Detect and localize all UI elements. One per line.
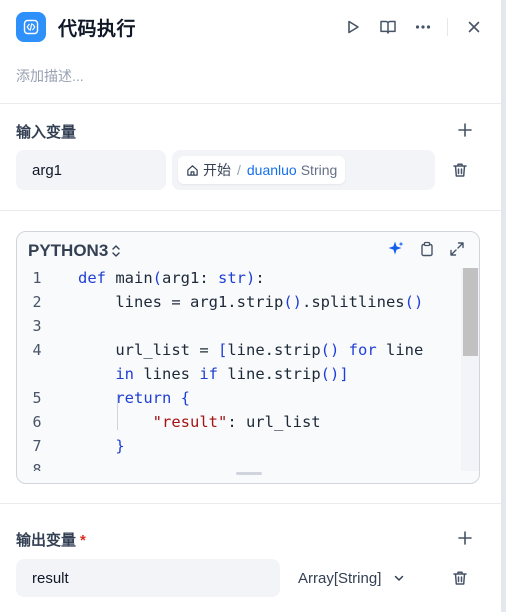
output-variables-label-text: 输出变量 <box>16 532 77 549</box>
description-input[interactable]: 添加描述... <box>16 66 84 86</box>
code-content[interactable]: 1 def main(arg1: str): 2 lines = arg1.stri… <box>17 268 461 471</box>
home-icon <box>187 164 198 176</box>
reference-variable-name: duanluo <box>246 162 297 178</box>
code-editor-header: PYTHON3 <box>17 232 479 268</box>
code-line[interactable]: 7 } <box>17 434 461 458</box>
output-type-label: Array[String] <box>298 569 382 587</box>
line-number: 1 <box>32 269 42 287</box>
help-book-icon[interactable] <box>376 15 400 39</box>
expand-icon[interactable] <box>449 241 465 262</box>
divider <box>0 103 501 104</box>
node-title[interactable]: 代码执行 <box>58 14 136 41</box>
code-text[interactable]: } <box>78 434 124 458</box>
language-selector[interactable]: PYTHON3 <box>28 241 121 261</box>
reference-separator: / <box>237 162 241 178</box>
panel-header: 代码执行 <box>16 11 486 43</box>
code-text[interactable]: "result": url_list <box>78 410 321 434</box>
header-divider <box>447 18 448 36</box>
add-input-icon[interactable] <box>454 119 476 141</box>
code-line[interactable]: 6 "result": url_list <box>17 410 461 434</box>
reference-node-name: 开始 <box>203 162 231 178</box>
output-variables-label: 输出变量 * <box>16 529 86 550</box>
copy-icon[interactable] <box>419 241 435 262</box>
code-text[interactable]: url_list = [line.strip() for line <box>78 338 423 362</box>
code-line[interactable]: 1 def main(arg1: str): <box>17 268 461 290</box>
add-output-icon[interactable] <box>454 527 476 549</box>
input-variables-label: 输入变量 <box>16 124 77 141</box>
line-number: 2 <box>32 293 42 311</box>
indent-guide <box>117 394 118 430</box>
line-number: 3 <box>32 317 42 335</box>
input-variable-name-field[interactable]: arg1 <box>16 150 166 190</box>
code-text[interactable]: def main(arg1: str): <box>78 268 265 290</box>
line-number: 7 <box>32 437 42 455</box>
run-icon[interactable] <box>341 15 365 39</box>
line-number: 6 <box>32 413 42 431</box>
code-editor[interactable]: PYTHON3 1 def main(arg1: str): 2 lines = a… <box>16 231 480 484</box>
code-node-panel: 代码执行 添加描述... 输入变量 arg1 开始 / duanluo Stri… <box>0 0 501 612</box>
required-mark: * <box>80 532 86 549</box>
code-node-icon <box>16 12 46 42</box>
ai-sparkle-icon[interactable] <box>387 240 405 263</box>
sort-caret-icon <box>112 245 120 257</box>
delete-output-icon[interactable] <box>449 567 471 589</box>
divider <box>0 503 501 504</box>
output-variable-name-field[interactable]: result <box>16 559 280 597</box>
line-number: 4 <box>32 341 42 359</box>
more-icon[interactable] <box>411 15 435 39</box>
code-line[interactable]: in lines if line.strip()] <box>17 362 461 386</box>
code-text[interactable]: in lines if line.strip()] <box>78 362 348 386</box>
code-line[interactable]: 8 <box>17 458 461 471</box>
code-text[interactable]: lines = arg1.strip().splitlines() <box>78 290 423 314</box>
code-line[interactable]: 2 lines = arg1.strip().splitlines() <box>17 290 461 314</box>
canvas-edge <box>501 0 506 612</box>
divider <box>0 210 501 211</box>
code-line[interactable]: 3 <box>17 314 461 338</box>
code-scrollbar-thumb[interactable] <box>463 268 478 356</box>
code-text[interactable]: return { <box>78 386 190 410</box>
close-icon[interactable] <box>462 15 486 39</box>
output-type-select[interactable]: Array[String] <box>298 559 405 597</box>
input-variable-reference-selector[interactable]: 开始 / duanluo String <box>172 150 435 190</box>
line-number: 8 <box>32 461 42 471</box>
line-number: 5 <box>32 389 42 407</box>
chevron-down-icon <box>395 575 404 581</box>
editor-resize-handle[interactable] <box>236 472 262 475</box>
code-line[interactable]: 5 return { <box>17 386 461 410</box>
delete-input-icon[interactable] <box>449 159 471 181</box>
variable-reference-chip[interactable]: 开始 / duanluo String <box>178 156 346 184</box>
code-line[interactable]: 4 url_list = [line.strip() for line <box>17 338 461 362</box>
language-label: PYTHON3 <box>28 241 109 260</box>
reference-variable-type: String <box>300 162 338 178</box>
